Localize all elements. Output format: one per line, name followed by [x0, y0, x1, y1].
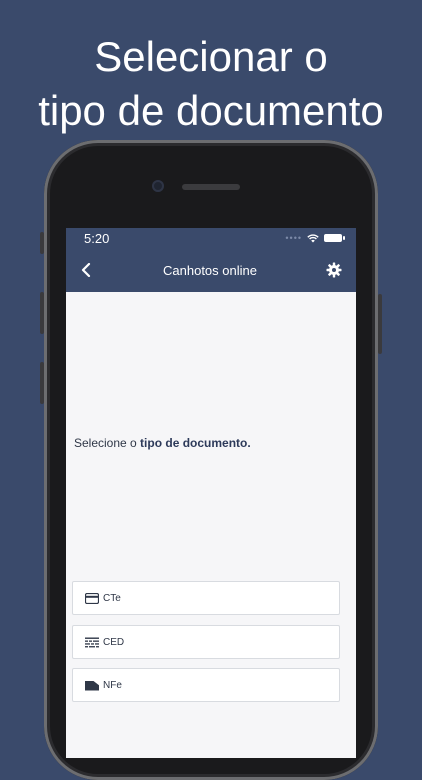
list-icon — [85, 637, 99, 647]
volume-up-button — [40, 292, 44, 334]
battery-icon — [324, 234, 345, 242]
option-cte[interactable]: CTe — [72, 581, 340, 615]
option-label: NFe — [103, 679, 122, 691]
option-label: CED — [103, 636, 125, 648]
app-screen: 5:20 •••• Canhotos online Selecione o ti… — [66, 228, 356, 758]
status-time: 5:20 — [84, 230, 110, 246]
mute-switch — [40, 232, 44, 254]
nav-title: Canhotos online — [163, 262, 257, 278]
gear-icon — [326, 262, 342, 278]
settings-button[interactable] — [322, 258, 346, 282]
signal-dots: •••• — [285, 233, 302, 243]
prompt-text: Selecione o tipo de documento. — [74, 436, 251, 450]
wifi-icon — [307, 233, 319, 242]
navigation-bar: Canhotos online — [66, 248, 356, 292]
chevron-left-icon — [81, 263, 91, 277]
back-button[interactable] — [74, 258, 98, 282]
power-button — [378, 294, 382, 354]
prompt-prefix: Selecione o — [74, 436, 141, 450]
headline-line-1: Selecionar o — [94, 33, 328, 80]
earpiece-speaker — [182, 184, 240, 190]
folder-icon — [85, 680, 99, 690]
prompt-emphasis: tipo de documento. — [140, 436, 251, 450]
volume-down-button — [40, 362, 44, 404]
card-icon — [85, 592, 99, 604]
front-camera — [152, 180, 164, 192]
option-label: CTe — [103, 592, 121, 604]
promo-headline: Selecionar o tipo de documento — [0, 30, 422, 138]
option-nfe[interactable]: NFe — [72, 668, 340, 702]
status-bar: 5:20 •••• — [66, 228, 356, 248]
headline-line-2: tipo de documento — [38, 87, 384, 134]
option-ced[interactable]: CED — [72, 625, 340, 659]
